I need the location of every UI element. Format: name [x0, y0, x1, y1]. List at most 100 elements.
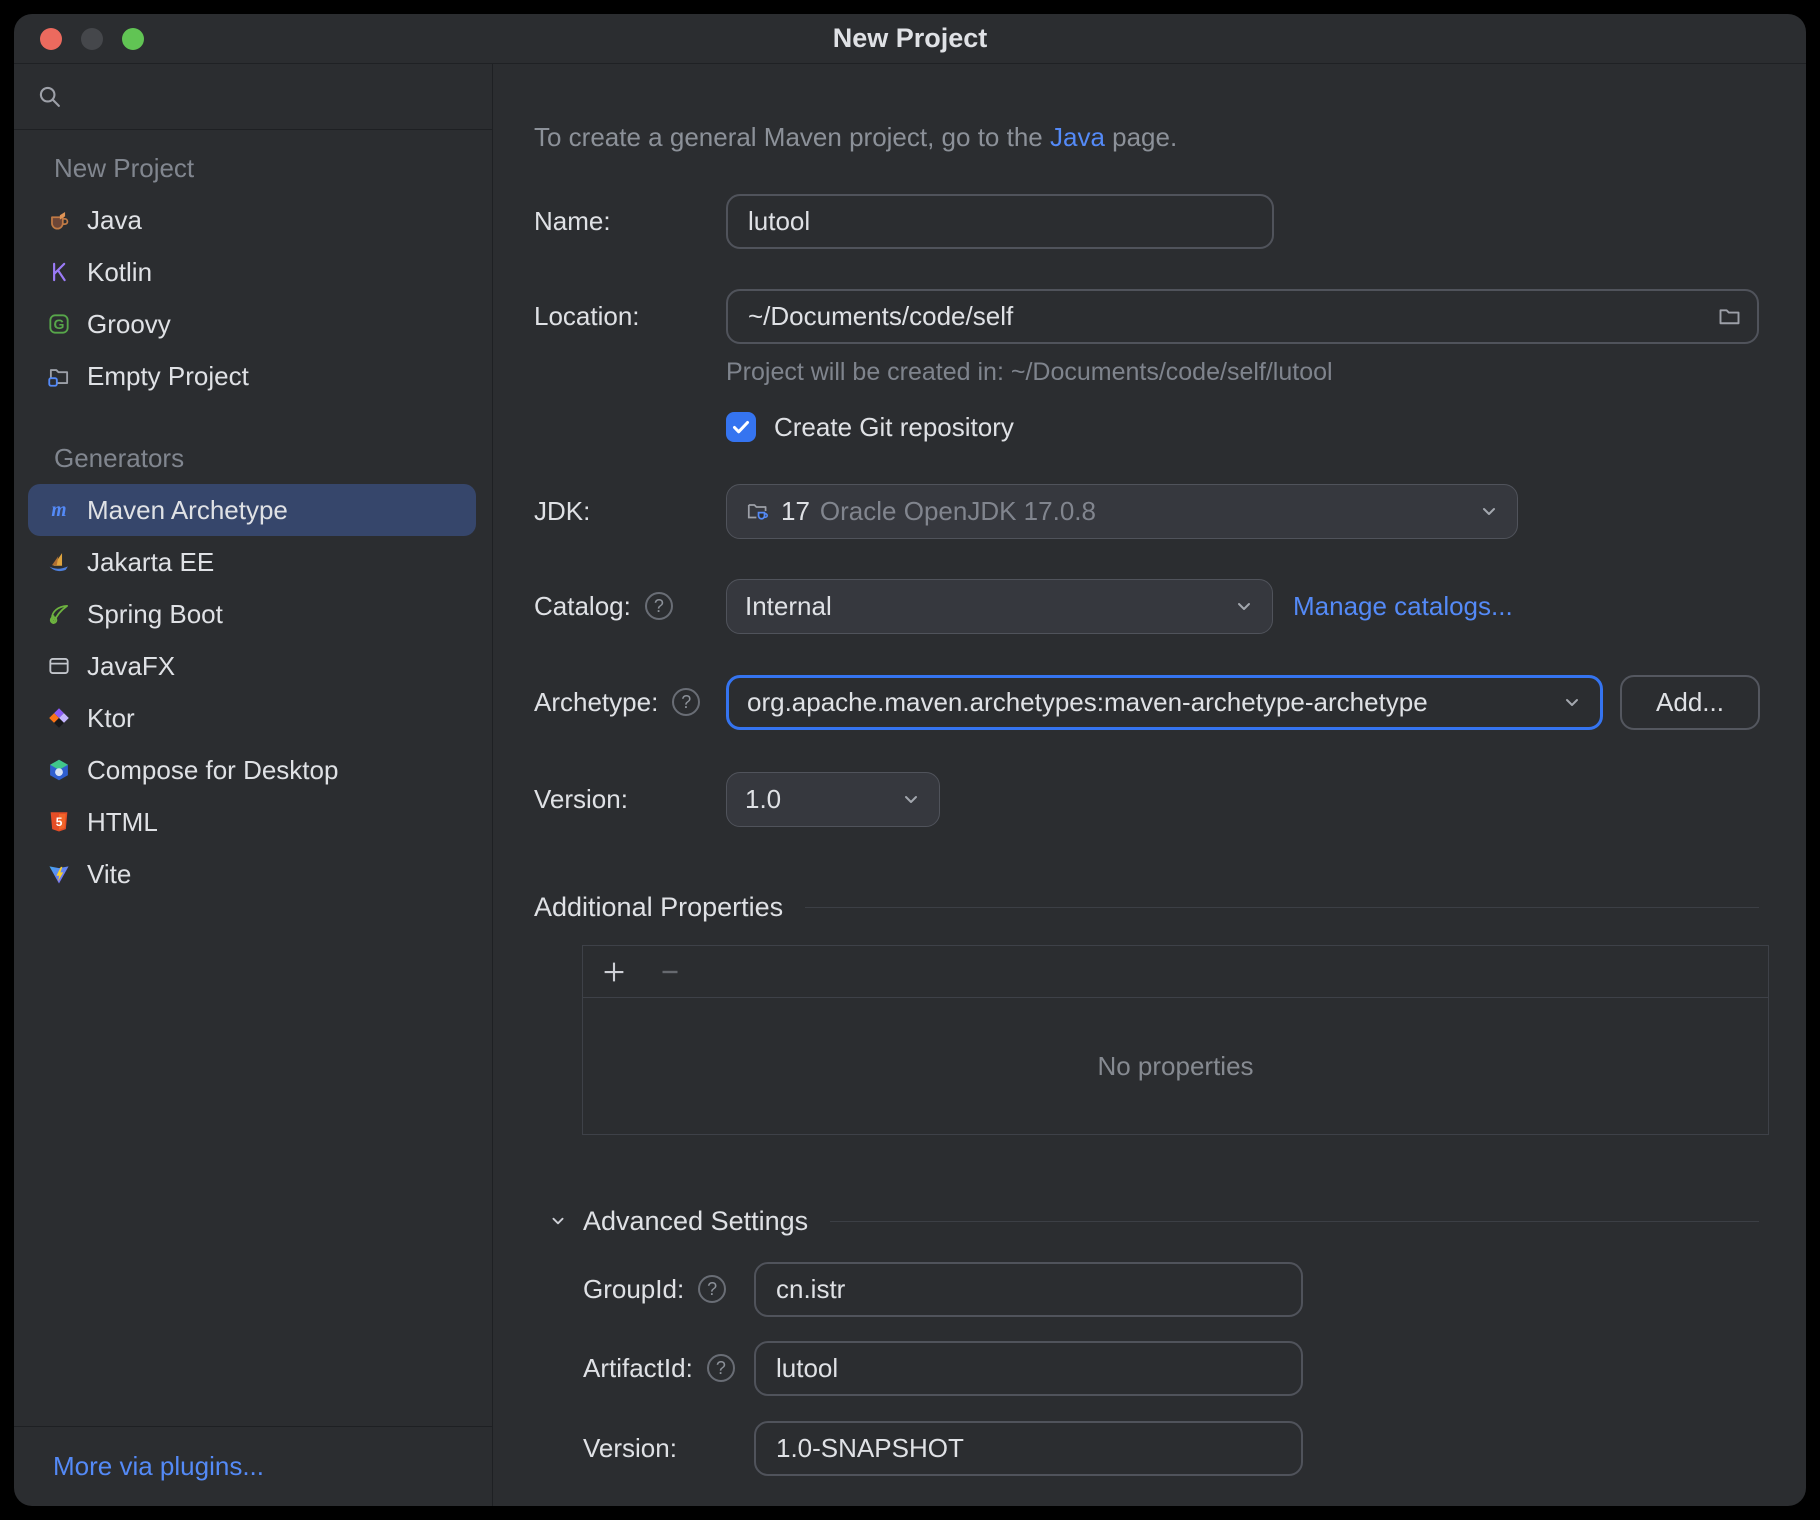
sidebar-item-label: Groovy: [87, 309, 171, 340]
sidebar-item-label: Kotlin: [87, 257, 152, 288]
sidebar-item-ktor[interactable]: Ktor: [28, 692, 476, 744]
artifactid-help-icon[interactable]: ?: [707, 1354, 735, 1382]
collapse-chevron-icon[interactable]: [547, 1210, 569, 1232]
groupid-input[interactable]: [754, 1262, 1303, 1317]
new-project-dialog: New Project New Project Java: [14, 14, 1806, 1506]
create-git-checkbox[interactable]: [726, 412, 756, 442]
kotlin-icon: [46, 259, 72, 285]
more-via-plugins-link[interactable]: More via plugins...: [53, 1451, 264, 1482]
browse-folder-icon[interactable]: [1716, 303, 1743, 330]
catalog-value: Internal: [745, 591, 832, 622]
version-value: 1.0: [745, 784, 781, 815]
maven-archetype-icon: m: [46, 497, 72, 523]
sidebar-item-label: Jakarta EE: [87, 547, 214, 578]
location-row: Location:: [534, 288, 1759, 344]
archetype-combobox[interactable]: org.apache.maven.archetypes:maven-archet…: [726, 675, 1603, 730]
manage-catalogs-link[interactable]: Manage catalogs...: [1293, 591, 1513, 622]
location-input[interactable]: [726, 289, 1759, 344]
compose-for-desktop-icon: [46, 757, 72, 783]
title-bar: New Project: [14, 14, 1806, 64]
search-icon: [36, 83, 64, 111]
sidebar-item-label: Java: [87, 205, 142, 236]
location-label: Location:: [534, 301, 640, 332]
sidebar-item-label: Spring Boot: [87, 599, 223, 630]
jdk-combobox[interactable]: 17 Oracle OpenJDK 17.0.8: [726, 484, 1518, 539]
advanced-settings-section[interactable]: Advanced Settings: [547, 1193, 1759, 1249]
advanced-version-input[interactable]: [754, 1421, 1303, 1476]
groupid-label: GroupId:: [583, 1274, 684, 1305]
groupid-row: GroupId: ?: [583, 1261, 1303, 1317]
sidebar-item-html[interactable]: 5 HTML: [28, 796, 476, 848]
sidebar-footer: More via plugins...: [14, 1426, 492, 1506]
vite-icon: [46, 861, 72, 887]
traffic-lights: [40, 14, 144, 63]
sidebar-item-compose-for-desktop[interactable]: Compose for Desktop: [28, 744, 476, 796]
empty-project-icon: [46, 363, 72, 389]
hint-row: To create a general Maven project, go to…: [534, 109, 1177, 165]
ktor-icon: [46, 705, 72, 731]
archetype-value: org.apache.maven.archetypes:maven-archet…: [747, 687, 1428, 718]
sidebar-item-kotlin[interactable]: Kotlin: [28, 246, 476, 298]
chevron-down-icon: [899, 787, 923, 811]
jdk-label: JDK:: [534, 496, 590, 527]
remove-property-icon[interactable]: [655, 957, 685, 987]
groovy-icon: G: [46, 311, 72, 337]
sidebar-item-maven-archetype[interactable]: m Maven Archetype: [28, 484, 476, 536]
minimize-button[interactable]: [81, 28, 103, 50]
section-rule: [830, 1221, 1759, 1222]
html5-icon: 5: [46, 809, 72, 835]
catalog-help-icon[interactable]: ?: [645, 592, 673, 620]
section-header-generators: Generators: [14, 432, 492, 484]
name-row: Name:: [534, 193, 1274, 249]
groupid-help-icon[interactable]: ?: [698, 1275, 726, 1303]
sidebar-item-javafx[interactable]: JavaFX: [28, 640, 476, 692]
properties-table: No properties: [582, 945, 1769, 1135]
sidebar-item-groovy[interactable]: G Groovy: [28, 298, 476, 350]
java-page-link[interactable]: Java: [1050, 122, 1105, 152]
archetype-row: Archetype: ? org.apache.maven.archetypes…: [534, 674, 1760, 730]
name-label: Name:: [534, 206, 611, 237]
jakarta-ee-icon: [46, 549, 72, 575]
name-input[interactable]: [726, 194, 1274, 249]
artifactid-input[interactable]: [754, 1341, 1303, 1396]
create-git-label: Create Git repository: [774, 412, 1014, 443]
sidebar-search[interactable]: [14, 64, 492, 130]
version-label: Version:: [534, 784, 628, 815]
version-combobox[interactable]: 1.0: [726, 772, 940, 827]
jdk-detail: Oracle OpenJDK 17.0.8: [820, 496, 1096, 527]
catalog-label: Catalog:: [534, 591, 631, 622]
java-icon: [46, 207, 72, 233]
hint-text-after: page.: [1105, 122, 1177, 152]
sidebar-item-label: Vite: [87, 859, 131, 890]
sidebar-item-spring-boot[interactable]: Spring Boot: [28, 588, 476, 640]
catalog-row: Catalog: ? Internal Manage catalogs...: [534, 578, 1513, 634]
section-header-new-project: New Project: [14, 142, 492, 194]
checkmark-icon: [729, 415, 753, 439]
zoom-button[interactable]: [122, 28, 144, 50]
location-note-row: Project will be created in: ~/Documents/…: [726, 344, 1333, 400]
sidebar-item-empty-project[interactable]: Empty Project: [28, 350, 476, 402]
close-button[interactable]: [40, 28, 62, 50]
git-row: Create Git repository: [726, 399, 1014, 455]
version-row: Version: 1.0: [534, 771, 940, 827]
additional-properties-section: Additional Properties: [534, 879, 1759, 935]
sidebar-item-label: HTML: [87, 807, 158, 838]
svg-text:G: G: [54, 316, 65, 332]
sidebar-item-jakarta-ee[interactable]: Jakarta EE: [28, 536, 476, 588]
location-note: Project will be created in: ~/Documents/…: [726, 358, 1333, 387]
add-archetype-button[interactable]: Add...: [1620, 675, 1760, 730]
sidebar-item-label: Ktor: [87, 703, 135, 734]
add-property-icon[interactable]: [599, 957, 629, 987]
window-title: New Project: [833, 23, 988, 54]
artifactid-label: ArtifactId:: [583, 1353, 693, 1384]
jdk-row: JDK: 17 Oracle OpenJDK 17.0.8: [534, 483, 1518, 539]
sidebar-item-label: Maven Archetype: [87, 495, 288, 526]
svg-text:5: 5: [56, 815, 63, 829]
jdk-folder-icon: [745, 498, 771, 524]
sidebar-item-vite[interactable]: Vite: [28, 848, 476, 900]
archetype-help-icon[interactable]: ?: [672, 688, 700, 716]
sidebar-item-java[interactable]: Java: [28, 194, 476, 246]
archetype-label: Archetype:: [534, 687, 658, 718]
catalog-combobox[interactable]: Internal: [726, 579, 1273, 634]
sidebar-nav: New Project Java Kotlin G: [14, 130, 492, 1426]
